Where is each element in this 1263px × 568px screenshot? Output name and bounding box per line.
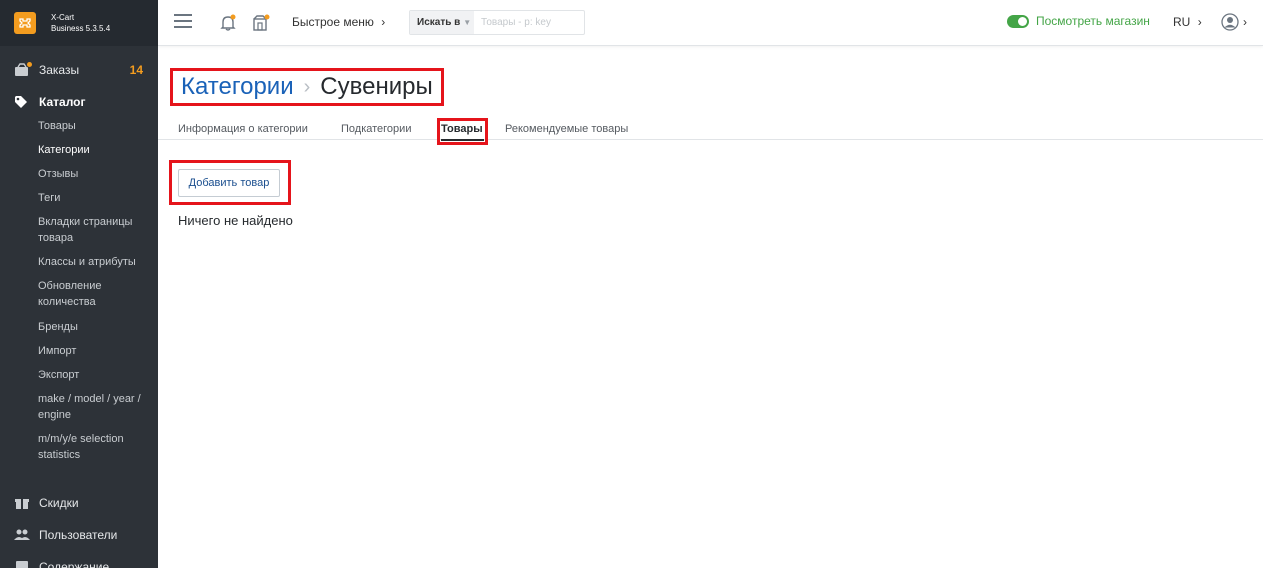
content-icon bbox=[13, 559, 31, 568]
language-selector[interactable]: RU › bbox=[1173, 15, 1202, 29]
sidebar-subitem-product-tabs[interactable]: Вкладки страницы товара bbox=[38, 214, 148, 246]
sidebar-subitem-brands[interactable]: Бренды bbox=[38, 319, 148, 335]
breadcrumb-link-categories[interactable]: Категории bbox=[181, 73, 294, 101]
sidebar-item-discounts[interactable]: Скидки bbox=[0, 491, 158, 515]
user-avatar-icon bbox=[1221, 13, 1239, 31]
quick-menu-label: Быстрое меню bbox=[292, 15, 374, 29]
header-search: Искать в ▼ bbox=[409, 10, 585, 35]
tab-subcategories[interactable]: Подкатегории bbox=[341, 123, 411, 135]
sidebar-item-label: Скидки bbox=[39, 496, 79, 510]
tag-icon bbox=[13, 94, 31, 110]
sidebar-item-label: Каталог bbox=[39, 95, 86, 109]
page-title: Сувениры bbox=[320, 73, 433, 100]
top-header: Быстрое меню › Искать в ▼ Посмотреть маг… bbox=[158, 0, 1263, 46]
sidebar-subitem-tags[interactable]: Теги bbox=[38, 190, 148, 206]
sidebar-item-orders[interactable]: Заказы 14 bbox=[0, 58, 158, 82]
sidebar-subitem-mmye[interactable]: make / model / year / engine bbox=[38, 391, 148, 423]
app: X-Cart Business 5.3.5.4 Заказы 14 Катало… bbox=[0, 0, 1263, 568]
caret-down-icon: ▼ bbox=[463, 18, 472, 27]
brand-text: X-Cart Business 5.3.5.4 bbox=[51, 12, 110, 34]
sidebar-subitem-classes-attributes[interactable]: Классы и атрибуты bbox=[38, 254, 148, 270]
bell-icon[interactable] bbox=[218, 13, 238, 33]
empty-message: Ничего не найдено bbox=[178, 213, 293, 228]
sidebar-subitem-import[interactable]: Импорт bbox=[38, 343, 148, 359]
xcart-logo-icon bbox=[14, 12, 36, 34]
search-scope-label: Искать в bbox=[417, 17, 461, 28]
breadcrumb-separator-icon: › bbox=[303, 75, 311, 98]
category-tabs: Информация о категории Подкатегории Това… bbox=[158, 118, 1263, 140]
language-label: RU bbox=[1173, 15, 1191, 29]
tab-category-info[interactable]: Информация о категории bbox=[178, 123, 308, 135]
orders-notification-dot bbox=[27, 62, 32, 67]
sidebar-item-label: Содержание bbox=[39, 560, 110, 568]
chevron-right-icon: › bbox=[1243, 15, 1247, 29]
main-content: Категории › Сувениры Информация о катего… bbox=[158, 47, 1263, 568]
sidebar-subitem-update-quantity[interactable]: Обновление количества bbox=[38, 278, 148, 310]
sidebar-subitem-categories[interactable]: Категории bbox=[38, 142, 148, 158]
brand-version: Business 5.3.5.4 bbox=[51, 24, 111, 33]
sidebar-item-label: Заказы bbox=[39, 63, 80, 77]
quick-menu-button[interactable]: Быстрое меню › bbox=[292, 15, 385, 29]
tab-highlight-box bbox=[437, 118, 488, 145]
hamburger-menu-icon[interactable] bbox=[174, 14, 192, 30]
sidebar-subitem-export[interactable]: Экспорт bbox=[38, 367, 148, 383]
sidebar-subitem-mmye-stats[interactable]: m/m/y/e selection statistics bbox=[38, 431, 148, 463]
sidebar-item-content[interactable]: Содержание bbox=[0, 555, 158, 568]
brand[interactable]: X-Cart Business 5.3.5.4 bbox=[0, 0, 158, 46]
orders-icon bbox=[13, 62, 32, 78]
search-input[interactable] bbox=[474, 11, 584, 34]
sidebar-subitem-products[interactable]: Товары bbox=[38, 118, 148, 134]
brand-name: X-Cart bbox=[51, 13, 75, 22]
sidebar-item-label: Пользователи bbox=[39, 528, 118, 542]
sidebar-item-catalog[interactable]: Каталог bbox=[0, 90, 158, 114]
view-store-link[interactable]: Посмотреть магазин bbox=[1007, 14, 1150, 28]
store-toggle-icon bbox=[1007, 14, 1029, 28]
add-product-button[interactable]: Добавить товар bbox=[178, 169, 280, 197]
gift-icon bbox=[13, 495, 31, 511]
chevron-right-icon: › bbox=[1197, 15, 1202, 29]
orders-count-badge: 14 bbox=[129, 63, 143, 77]
sidebar-subitem-reviews[interactable]: Отзывы bbox=[38, 166, 148, 182]
chevron-right-icon: › bbox=[381, 15, 386, 29]
sidebar: X-Cart Business 5.3.5.4 Заказы 14 Катало… bbox=[0, 0, 158, 568]
tab-featured-products[interactable]: Рекомендуемые товары bbox=[505, 123, 628, 135]
users-icon bbox=[13, 527, 31, 543]
store-setup-icon[interactable] bbox=[251, 13, 271, 33]
user-menu[interactable]: › bbox=[1221, 13, 1247, 31]
search-scope-dropdown[interactable]: Искать в ▼ bbox=[410, 11, 474, 34]
breadcrumb: Категории › Сувениры bbox=[170, 68, 444, 106]
sidebar-item-users[interactable]: Пользователи bbox=[0, 523, 158, 547]
view-store-label: Посмотреть магазин bbox=[1036, 14, 1150, 28]
